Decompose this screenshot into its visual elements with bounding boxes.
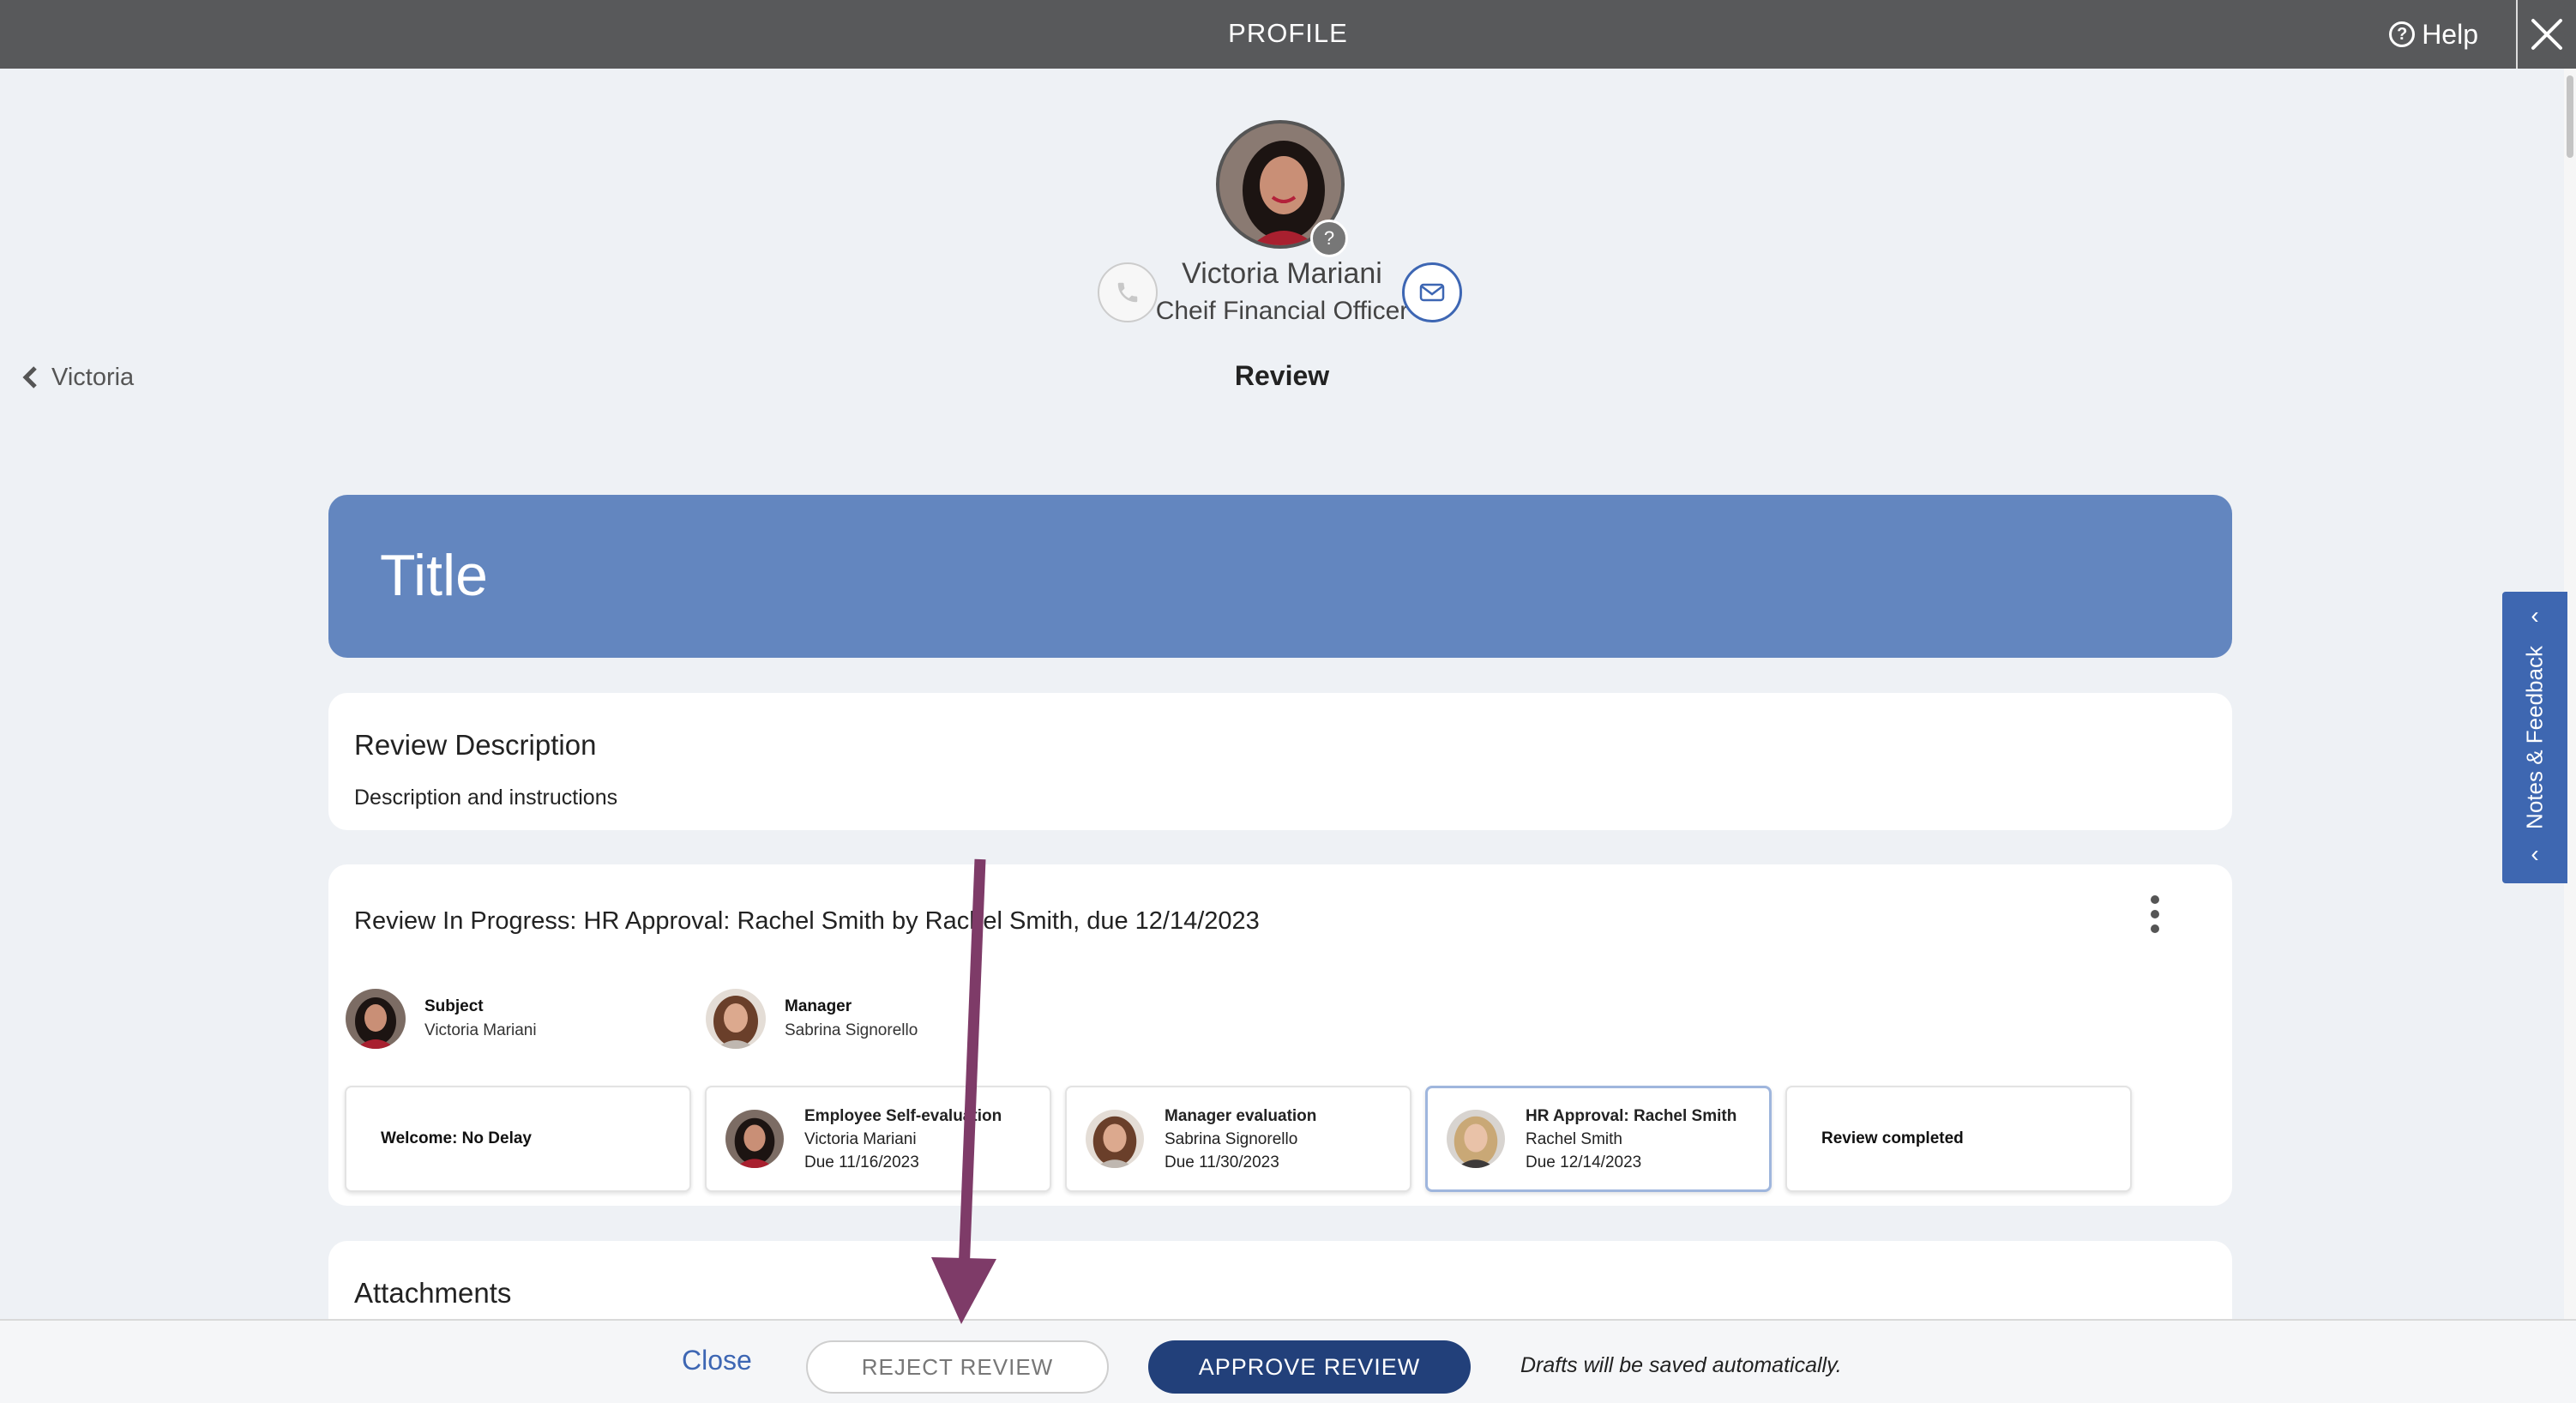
subject-role: Subject bbox=[424, 997, 484, 1015]
notes-feedback-label: Notes & Feedback bbox=[2521, 646, 2548, 829]
chevron-left-icon bbox=[22, 366, 37, 388]
step-title: Review completed bbox=[1821, 1129, 1964, 1147]
chevron-left-icon: ‹ bbox=[2531, 840, 2539, 867]
subject-info: Subject Victoria Mariani bbox=[346, 986, 537, 1051]
manager-role: Manager bbox=[785, 997, 852, 1015]
approve-review-button[interactable]: APPROVE REVIEW bbox=[1148, 1340, 1471, 1394]
step-title: Manager evaluation bbox=[1165, 1106, 1317, 1125]
scrollbar-thumb[interactable] bbox=[2567, 75, 2573, 158]
description-text: Description and instructions bbox=[354, 786, 618, 810]
attachments-heading: Attachments bbox=[354, 1277, 512, 1309]
step-self-evaluation[interactable]: Employee Self-evaluation Victoria Marian… bbox=[705, 1086, 1051, 1192]
review-title: Title bbox=[380, 543, 488, 608]
mail-icon bbox=[1419, 283, 1445, 302]
step-hr-approval[interactable]: HR Approval: Rachel Smith Rachel Smith D… bbox=[1425, 1086, 1772, 1192]
avatar bbox=[1447, 1110, 1505, 1168]
review-title-banner: Title bbox=[328, 495, 2232, 658]
manager-info: Manager Sabrina Signorello bbox=[706, 986, 918, 1051]
top-bar: PROFILE ? Help bbox=[0, 0, 2576, 69]
back-link-label: Victoria bbox=[51, 363, 135, 391]
page-title: PROFILE bbox=[1228, 18, 1348, 48]
avatar bbox=[725, 1110, 784, 1168]
step-person: Sabrina Signorello bbox=[1165, 1129, 1298, 1148]
close-link[interactable]: Close bbox=[682, 1345, 752, 1376]
chevron-left-icon: ‹ bbox=[2531, 602, 2539, 629]
notes-feedback-tab[interactable]: ‹ Notes & Feedback ‹ bbox=[2502, 592, 2567, 883]
kebab-menu-icon[interactable] bbox=[2146, 895, 2164, 933]
step-due: Due 12/14/2023 bbox=[1526, 1153, 1642, 1171]
help-button[interactable]: ? Help bbox=[2389, 0, 2478, 69]
step-due: Due 11/16/2023 bbox=[804, 1153, 919, 1171]
step-manager-evaluation[interactable]: Manager evaluation Sabrina Signorello Du… bbox=[1065, 1086, 1411, 1192]
step-person: Victoria Mariani bbox=[804, 1129, 917, 1148]
step-person: Rachel Smith bbox=[1526, 1129, 1622, 1148]
drafts-note: Drafts will be saved automatically. bbox=[1520, 1353, 1842, 1377]
reject-review-button[interactable]: REJECT REVIEW bbox=[806, 1340, 1109, 1394]
section-heading: Review bbox=[1234, 360, 1330, 391]
step-title: Welcome: No Delay bbox=[381, 1129, 532, 1147]
avatar bbox=[346, 989, 406, 1049]
description-card: Review Description Description and instr… bbox=[328, 693, 2232, 830]
step-due: Due 11/30/2023 bbox=[1165, 1153, 1279, 1171]
avatar bbox=[706, 989, 766, 1049]
avatar-status-badge[interactable]: ? bbox=[1310, 220, 1348, 257]
manager-name: Sabrina Signorello bbox=[785, 1021, 918, 1039]
close-window-button[interactable] bbox=[2516, 0, 2576, 69]
subject-name: Victoria Mariani bbox=[424, 1021, 537, 1039]
avatar bbox=[1086, 1110, 1144, 1168]
close-icon bbox=[2531, 19, 2562, 50]
help-icon: ? bbox=[2389, 21, 2416, 47]
help-label: Help bbox=[2422, 18, 2478, 50]
back-link[interactable]: Victoria bbox=[22, 360, 134, 394]
step-title: HR Approval: Rachel Smith bbox=[1526, 1106, 1737, 1125]
review-progress-card: Review In Progress: HR Approval: Rachel … bbox=[328, 864, 2232, 1206]
email-button[interactable] bbox=[1402, 262, 1462, 322]
description-heading: Review Description bbox=[354, 729, 597, 761]
step-welcome[interactable]: Welcome: No Delay bbox=[345, 1086, 691, 1192]
review-status-line: Review In Progress: HR Approval: Rachel … bbox=[354, 907, 1260, 935]
step-title: Employee Self-evaluation bbox=[804, 1106, 1002, 1125]
step-review-completed[interactable]: Review completed bbox=[1785, 1086, 2132, 1192]
